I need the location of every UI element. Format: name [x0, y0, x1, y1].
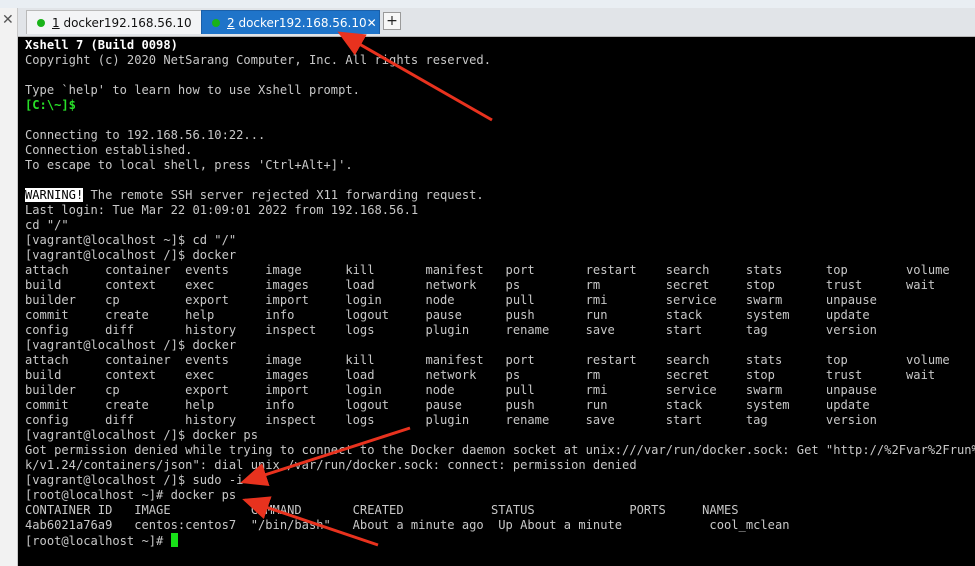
local-prompt: [C:\~]$	[25, 98, 76, 112]
terminal-line: [vagrant@localhost /]$ docker	[25, 248, 237, 262]
tab-session-1[interactable]: 1 docker192.168.56.10	[26, 10, 216, 34]
docker-commands-row: build context exec images load network p…	[25, 368, 936, 382]
tab-session-2[interactable]: 2 docker192.168.56.10 ✕	[201, 10, 380, 34]
warning-label: WARNING!	[25, 188, 84, 202]
connected-status-icon	[212, 18, 220, 27]
terminal-line: [root@localhost ~]# docker ps	[25, 488, 237, 502]
docker-commands-row: config diff history inspect logs plugin …	[25, 323, 877, 337]
terminal-output[interactable]: Xshell 7 (Build 0098) Copyright (c) 2020 …	[18, 37, 975, 566]
docker-commands-row: commit create help info logout pause pus…	[25, 398, 870, 412]
docker-commands-row: attach container events image kill manif…	[25, 263, 950, 277]
tab-label: 1 docker192.168.56.10	[52, 15, 192, 30]
terminal-line: Xshell 7 (Build 0098)	[25, 38, 178, 52]
window-top-strip	[0, 0, 975, 8]
docker-commands-row: attach container events image kill manif…	[25, 353, 950, 367]
terminal-line: WARNING! The remote SSH server rejected …	[25, 188, 484, 202]
session-tab-bar: 1 docker192.168.56.10 2 docker192.168.56…	[18, 8, 975, 37]
terminal-line: Connection established.	[25, 143, 193, 157]
connected-status-icon	[37, 18, 45, 27]
tab-label: 2 docker192.168.56.10	[227, 15, 367, 30]
session-side-panel: ✕	[0, 8, 18, 566]
ps-table-header: CONTAINER ID IMAGE COMMAND CREATED STATU…	[25, 503, 739, 517]
docker-commands-row: build context exec images load network p…	[25, 278, 936, 292]
terminal-line: To escape to local shell, press 'Ctrl+Al…	[25, 158, 353, 172]
docker-commands-row: builder cp export import login node pull…	[25, 383, 877, 397]
terminal-line: Connecting to 192.168.56.10:22...	[25, 128, 266, 142]
terminal-line: [vagrant@localhost /]$ docker	[25, 338, 237, 352]
terminal-line: Type `help' to learn how to use Xshell p…	[25, 83, 360, 97]
terminal-line: [vagrant@localhost ~]$ cd "/"	[25, 233, 237, 247]
terminal-cursor	[170, 533, 178, 547]
close-icon[interactable]: ✕	[367, 16, 377, 30]
docker-commands-row: commit create help info logout pause pus…	[25, 308, 870, 322]
close-icon[interactable]: ✕	[2, 12, 14, 28]
terminal-line: Last login: Tue Mar 22 01:09:01 2022 fro…	[25, 203, 419, 217]
error-line: k/v1.24/containers/json": dial unix /var…	[25, 458, 637, 472]
terminal-line: [vagrant@localhost /]$ sudo -i	[25, 473, 244, 487]
terminal-line: cd "/"	[25, 218, 69, 232]
add-tab-button[interactable]: +	[383, 12, 401, 30]
terminal-text: Xshell 7 (Build 0098) Copyright (c) 2020 …	[25, 38, 975, 548]
docker-commands-row: config diff history inspect logs plugin …	[25, 413, 877, 427]
ps-table-row: 4ab6021a76a9 centos:centos7 "/bin/bash" …	[25, 518, 790, 532]
root-prompt: [root@localhost ~]#	[25, 534, 171, 548]
terminal-line: [vagrant@localhost /]$ docker ps	[25, 428, 258, 442]
docker-commands-row: builder cp export import login node pull…	[25, 293, 877, 307]
terminal-line: Copyright (c) 2020 NetSarang Computer, I…	[25, 53, 491, 67]
error-line: Got permission denied while trying to co…	[25, 443, 975, 457]
terminal-line: [root@localhost ~]#	[25, 533, 975, 548]
xshell-window: ✕ 1 docker192.168.56.10 2 docker192.168.…	[0, 0, 975, 566]
